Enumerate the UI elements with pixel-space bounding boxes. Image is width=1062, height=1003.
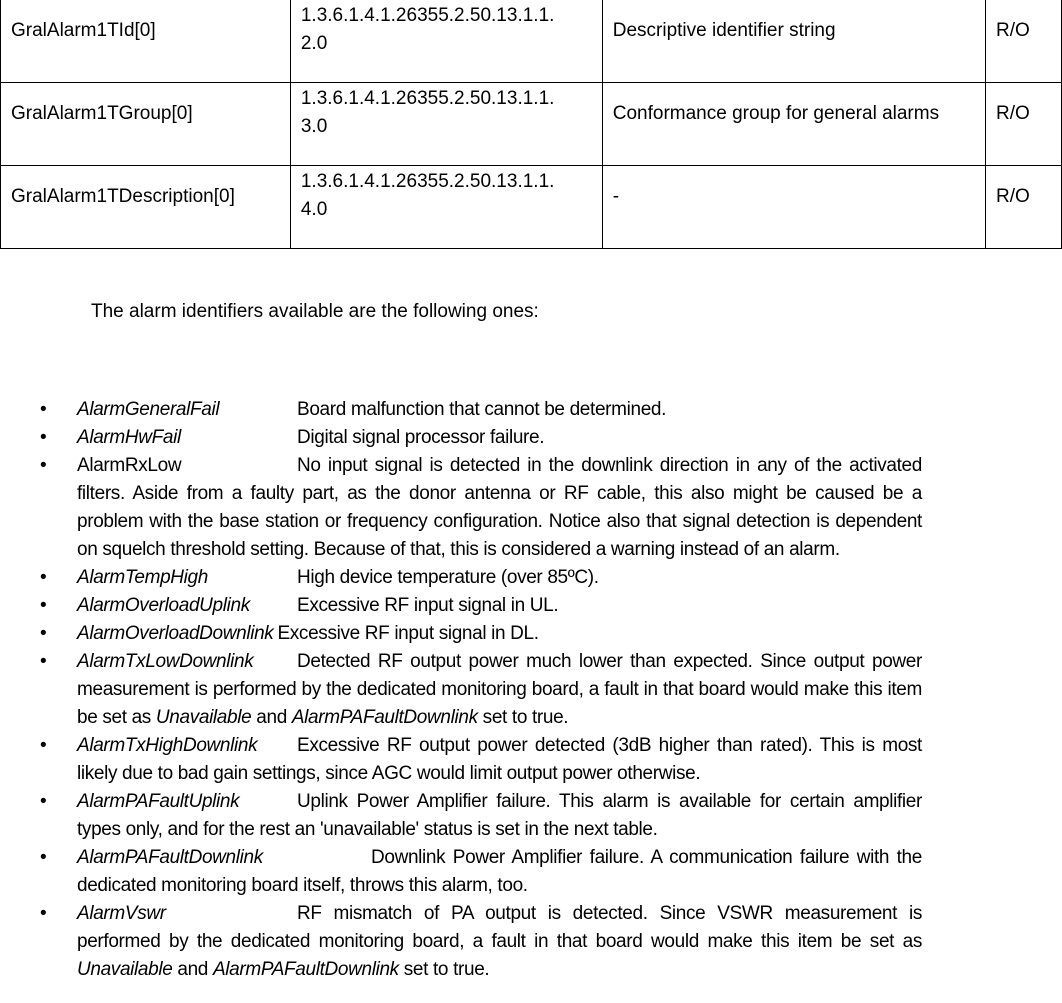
oid-table: GralAlarm1TId[0] 1.3.6.1.4.1.26355.2.50.… [0, 0, 1062, 249]
bullet-icon: • [40, 595, 47, 616]
alarm-name: AlarmTempHigh [77, 567, 208, 588]
access-cell: R/O [985, 165, 1062, 249]
list-item: • AlarmGeneralFail Board malfunction that… [0, 396, 922, 424]
bullet-icon: • [40, 399, 47, 420]
bullet-icon: • [40, 567, 47, 588]
alarm-description-emphasis: Unavailable [155, 707, 252, 728]
oid-line2: 3.0 [300, 116, 328, 137]
oid-cell: 1.3.6.1.4.1.26355.2.50.13.1.1. 2.0 [289, 0, 603, 83]
list-item: • AlarmPAFaultDownlink Downlink Power Amp… [0, 844, 922, 900]
alarm-name: AlarmTxHighDownlink [77, 735, 258, 756]
object-name-cell: GralAlarm1TGroup[0] [0, 82, 291, 166]
object-name-cell: GralAlarm1TId[0] [0, 0, 291, 83]
alarm-name: AlarmRxLow [77, 455, 182, 476]
access-cell: R/O [985, 82, 1062, 166]
oid-line1: 1.3.6.1.4.1.26355.2.50.13.1.1. [300, 88, 555, 109]
alarm-description: Board malfunction that cannot be determi… [297, 399, 667, 420]
bullet-icon: • [40, 455, 47, 476]
alarm-description-emphasis: Unavailable [77, 959, 173, 980]
list-item: • AlarmOverloadUplink Excessive RF input … [0, 592, 922, 620]
table-row: GralAlarm1TDescription[0] 1.3.6.1.4.1.26… [0, 165, 1062, 249]
oid-line2: 4.0 [300, 199, 328, 220]
table-row: GralAlarm1TId[0] 1.3.6.1.4.1.26355.2.50.… [0, 0, 1062, 83]
intro-paragraph: The alarm identifiers available are the … [91, 301, 539, 322]
list-item: • AlarmOverloadDownlink Excessive RF inpu… [0, 620, 922, 648]
object-name-cell: GralAlarm1TDescription[0] [0, 165, 291, 249]
alarm-description-emphasis: AlarmPAFaultDownlink [291, 707, 478, 728]
list-item: • AlarmVswr RF mismatch of PA output is d… [0, 900, 922, 984]
description-cell: Descriptive identifier string [601, 0, 987, 83]
bullet-icon: • [40, 791, 47, 812]
alarm-name: AlarmGeneralFail [77, 399, 220, 420]
bullet-icon: • [40, 903, 47, 924]
oid-cell: 1.3.6.1.4.1.26355.2.50.13.1.1. 4.0 [289, 165, 603, 249]
alarm-description: and [172, 959, 213, 980]
bullet-icon: • [40, 651, 47, 672]
bullet-icon: • [40, 623, 47, 644]
oid-line1: 1.3.6.1.4.1.26355.2.50.13.1.1. [300, 5, 555, 26]
list-item: • AlarmPAFaultUplink Uplink Power Amplifi… [0, 788, 922, 844]
access-cell: R/O [985, 0, 1062, 83]
alarm-description: set to true. [477, 707, 569, 728]
oid-line2: 2.0 [300, 33, 328, 54]
list-item: • AlarmTxLowDownlink Detected RF output p… [0, 648, 922, 732]
alarm-description: Excessive RF input signal in DL. [277, 623, 539, 644]
alarm-description: High device temperature (over 85ºC). [297, 567, 599, 588]
list-item: • AlarmTempHigh High device temperature (… [0, 564, 922, 592]
list-item: • AlarmTxHighDownlink Excessive RF output… [0, 732, 922, 788]
alarm-name: AlarmHwFail [77, 427, 181, 448]
description-cell: - [601, 165, 987, 249]
list-item: • AlarmRxLow No input signal is detected … [0, 452, 922, 564]
alarm-name: AlarmTxLowDownlink [77, 651, 254, 672]
alarm-name: AlarmPAFaultUplink [77, 791, 240, 812]
bullet-icon: • [40, 847, 47, 868]
description-cell: Conformance group for general alarms [601, 82, 987, 166]
alarm-description: set to true. [398, 959, 490, 980]
alarm-list: • AlarmGeneralFail Board malfunction that… [0, 396, 922, 984]
bullet-icon: • [40, 427, 47, 448]
alarm-description: Digital signal processor failure. [297, 427, 545, 448]
alarm-description: and [251, 707, 292, 728]
alarm-name: AlarmVswr [77, 903, 166, 924]
table-row: GralAlarm1TGroup[0] 1.3.6.1.4.1.26355.2.… [0, 82, 1062, 166]
alarm-name: AlarmPAFaultDownlink [77, 847, 263, 868]
alarm-description: Excessive RF input signal in UL. [297, 595, 559, 616]
alarm-description-emphasis: AlarmPAFaultDownlink [212, 959, 399, 980]
alarm-name: AlarmOverloadDownlink [77, 623, 274, 644]
alarm-name: AlarmOverloadUplink [77, 595, 250, 616]
list-item: • AlarmHwFail Digital signal processor fa… [0, 424, 922, 452]
oid-line1: 1.3.6.1.4.1.26355.2.50.13.1.1. [300, 171, 555, 192]
oid-cell: 1.3.6.1.4.1.26355.2.50.13.1.1. 3.0 [289, 82, 603, 166]
bullet-icon: • [40, 735, 47, 756]
